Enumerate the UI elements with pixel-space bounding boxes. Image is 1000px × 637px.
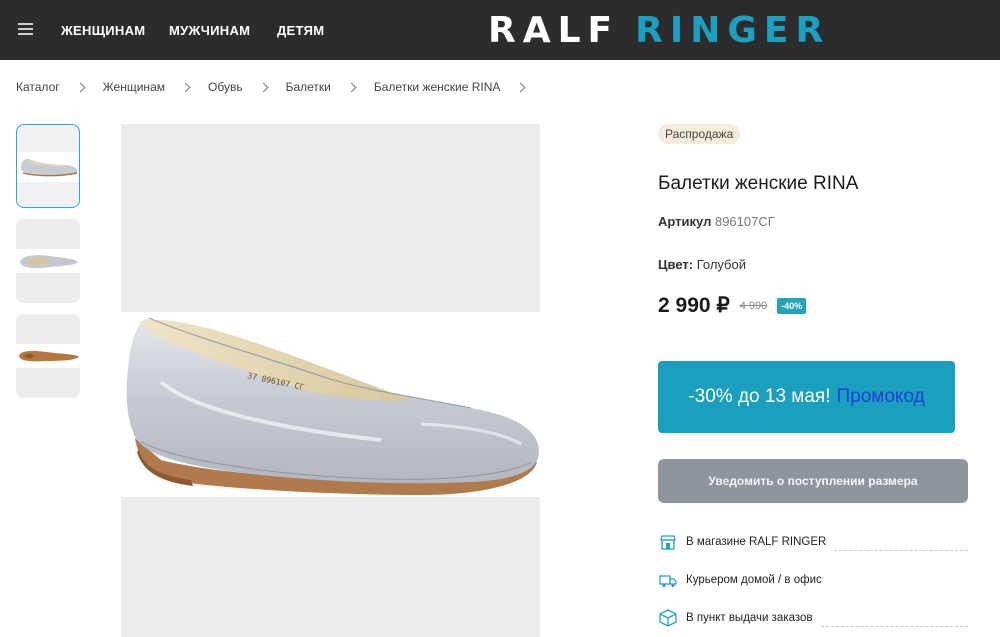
chevron-right-icon <box>180 82 191 92</box>
promo-text: -30% до 13 мая! <box>688 386 831 407</box>
store-icon <box>660 535 676 550</box>
shoe-side-image <box>17 152 79 182</box>
delivery-option-courier[interactable]: Курьером домой / в офис <box>658 570 968 590</box>
price-row: 2 990 ₽ 4 990 -40% <box>658 293 807 318</box>
shoe-top-image <box>16 249 80 273</box>
box-icon <box>659 609 677 627</box>
nav-women[interactable]: ЖЕНЩИНАМ <box>61 23 145 38</box>
promo-banner[interactable]: -30% до 13 мая! Промокод <box>658 361 955 433</box>
product-title: Балетки женские RINA <box>658 173 859 194</box>
current-price: 2 990 ₽ <box>658 294 730 317</box>
logo-text-ralf: RALF <box>488 9 620 51</box>
truck-icon <box>659 575 677 588</box>
product-thumbnail-1[interactable] <box>16 124 80 208</box>
delivery-option-store[interactable]: В магазине RALF RINGER <box>658 532 968 552</box>
breadcrumb-catalog[interactable]: Каталог <box>16 80 60 94</box>
shoe-sole-image <box>16 344 80 368</box>
color-label: Цвет: <box>658 257 694 272</box>
site-logo[interactable]: RALF RINGER <box>488 9 831 51</box>
chevron-right-icon <box>515 82 526 92</box>
article-label: Артикул <box>658 214 712 229</box>
breadcrumb-current[interactable]: Балетки женские RINA <box>374 80 501 94</box>
discount-badge: -40% <box>777 297 807 314</box>
old-price: 4 990 <box>739 299 768 312</box>
breadcrumb-shoes[interactable]: Обувь <box>208 80 243 94</box>
breadcrumb: Каталог Женщинам Обувь Балетки Балетки ж… <box>16 80 543 94</box>
product-thumbnail-2[interactable] <box>16 219 80 303</box>
logo-text-ringer: RINGER <box>635 9 831 51</box>
chevron-right-icon <box>346 82 357 92</box>
chevron-right-icon <box>258 82 269 92</box>
delivery-option-pickup[interactable]: В пункт выдачи заказов <box>658 608 968 628</box>
promo-code-link[interactable]: Промокод <box>837 386 925 408</box>
product-main-image[interactable]: 37 896107 СГ <box>121 124 540 637</box>
product-color: Цвет: Голубой <box>658 257 746 272</box>
breadcrumb-women[interactable]: Женщинам <box>103 80 165 94</box>
delivery-label: Курьером домой / в офис <box>686 574 822 586</box>
sale-badge: Распродажа <box>658 124 741 144</box>
delivery-label: В магазине RALF RINGER <box>686 536 827 548</box>
chevron-right-icon <box>75 82 86 92</box>
notify-size-button[interactable]: Уведомить о поступлении размера <box>658 459 968 503</box>
product-article: Артикул 896107СГ <box>658 214 775 229</box>
delivery-label: В пункт выдачи заказов <box>686 612 813 624</box>
site-header: ЖЕНЩИНАМ МУЖЧИНАМ ДЕТЯМ RALF RINGER <box>0 0 1000 60</box>
product-thumbnail-3[interactable] <box>16 314 80 398</box>
breadcrumb-ballet-flats[interactable]: Балетки <box>286 80 331 94</box>
article-value: 896107СГ <box>714 214 775 229</box>
color-value: Голубой <box>696 257 746 272</box>
nav-men[interactable]: МУЖЧИНАМ <box>169 23 250 38</box>
ballet-flat-image: 37 896107 СГ <box>126 317 539 495</box>
nav-kids[interactable]: ДЕТЯМ <box>277 23 324 38</box>
menu-icon[interactable] <box>18 23 33 35</box>
